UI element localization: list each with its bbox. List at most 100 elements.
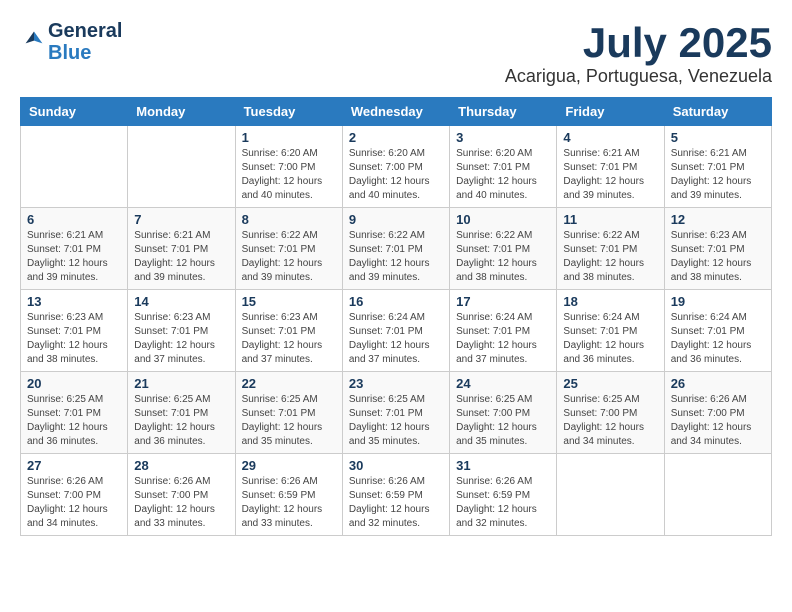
calendar-cell: 17 Sunrise: 6:24 AM Sunset: 7:01 PM Dayli… (450, 290, 557, 372)
day-info: Sunrise: 6:23 AM Sunset: 7:01 PM Dayligh… (671, 229, 765, 285)
calendar-cell: 10 Sunrise: 6:22 AM Sunset: 7:01 PM Dayli… (450, 208, 557, 290)
day-number: 31 (456, 458, 550, 473)
calendar-cell: 27 Sunrise: 6:26 AM Sunset: 7:00 PM Dayli… (21, 454, 128, 536)
day-number: 3 (456, 130, 550, 145)
day-number: 4 (563, 130, 657, 145)
weekday-header-saturday: Saturday (664, 98, 771, 126)
day-info: Sunrise: 6:20 AM Sunset: 7:00 PM Dayligh… (349, 147, 443, 203)
day-info: Sunrise: 6:26 AM Sunset: 6:59 PM Dayligh… (242, 475, 336, 531)
day-number: 18 (563, 294, 657, 309)
day-info: Sunrise: 6:26 AM Sunset: 6:59 PM Dayligh… (456, 475, 550, 531)
day-number: 2 (349, 130, 443, 145)
weekday-header-wednesday: Wednesday (342, 98, 449, 126)
day-info: Sunrise: 6:24 AM Sunset: 7:01 PM Dayligh… (563, 311, 657, 367)
calendar-cell: 13Sunrise: 6:23 AM Sunset: 7:01 PM Dayli… (21, 290, 128, 372)
page-header: General Blue July 2025 Acarigua, Portugu… (20, 20, 772, 87)
calendar-cell (21, 126, 128, 208)
calendar-cell: 23 Sunrise: 6:25 AM Sunset: 7:01 PM Dayli… (342, 372, 449, 454)
day-number: 15 (242, 294, 336, 309)
calendar-cell: 31 Sunrise: 6:26 AM Sunset: 6:59 PM Dayli… (450, 454, 557, 536)
calendar-week-row: 6 Sunrise: 6:21 AM Sunset: 7:01 PM Daylig… (21, 208, 772, 290)
day-info: Sunrise: 6:21 AM Sunset: 7:01 PM Dayligh… (27, 229, 121, 285)
day-number: 16 (349, 294, 443, 309)
day-number: 23 (349, 376, 443, 391)
weekday-header-sunday: Sunday (21, 98, 128, 126)
calendar-cell: 21Sunrise: 6:25 AM Sunset: 7:01 PM Dayli… (128, 372, 235, 454)
calendar-cell: 12Sunrise: 6:23 AM Sunset: 7:01 PM Dayli… (664, 208, 771, 290)
day-info: Sunrise: 6:22 AM Sunset: 7:01 PM Dayligh… (242, 229, 336, 285)
calendar-cell: 24 Sunrise: 6:25 AM Sunset: 7:00 PM Dayli… (450, 372, 557, 454)
day-number: 1 (242, 130, 336, 145)
day-info: Sunrise: 6:20 AM Sunset: 7:01 PM Dayligh… (456, 147, 550, 203)
day-info: Sunrise: 6:21 AM Sunset: 7:01 PM Dayligh… (134, 229, 228, 285)
day-info: Sunrise: 6:20 AM Sunset: 7:00 PM Dayligh… (242, 147, 336, 203)
day-number: 20 (27, 376, 121, 391)
logo-general-text: General (48, 20, 122, 42)
weekday-header-friday: Friday (557, 98, 664, 126)
day-number: 24 (456, 376, 550, 391)
calendar-cell: 11 Sunrise: 6:22 AM Sunset: 7:01 PM Dayli… (557, 208, 664, 290)
location-title: Acarigua, Portuguesa, Venezuela (505, 66, 772, 87)
day-info: Sunrise: 6:26 AM Sunset: 7:00 PM Dayligh… (134, 475, 228, 531)
calendar-cell (128, 126, 235, 208)
day-info: Sunrise: 6:25 AM Sunset: 7:01 PM Dayligh… (134, 393, 228, 449)
calendar-cell: 16 Sunrise: 6:24 AM Sunset: 7:01 PM Dayli… (342, 290, 449, 372)
calendar-cell: 6 Sunrise: 6:21 AM Sunset: 7:01 PM Daylig… (21, 208, 128, 290)
day-info: Sunrise: 6:23 AM Sunset: 7:01 PM Dayligh… (242, 311, 336, 367)
day-number: 22 (242, 376, 336, 391)
calendar-cell: 9Sunrise: 6:22 AM Sunset: 7:01 PM Daylig… (342, 208, 449, 290)
day-number: 10 (456, 212, 550, 227)
calendar-week-row: 20 Sunrise: 6:25 AM Sunset: 7:01 PM Dayli… (21, 372, 772, 454)
day-info: Sunrise: 6:23 AM Sunset: 7:01 PM Dayligh… (27, 311, 121, 367)
day-number: 25 (563, 376, 657, 391)
day-number: 28 (134, 458, 228, 473)
calendar-cell: 7 Sunrise: 6:21 AM Sunset: 7:01 PM Daylig… (128, 208, 235, 290)
calendar-cell: 14 Sunrise: 6:23 AM Sunset: 7:01 PM Dayli… (128, 290, 235, 372)
calendar-cell: 2 Sunrise: 6:20 AM Sunset: 7:00 PM Daylig… (342, 126, 449, 208)
day-number: 27 (27, 458, 121, 473)
day-number: 17 (456, 294, 550, 309)
day-number: 8 (242, 212, 336, 227)
weekday-header-thursday: Thursday (450, 98, 557, 126)
calendar-cell: 5 Sunrise: 6:21 AM Sunset: 7:01 PM Daylig… (664, 126, 771, 208)
day-number: 6 (27, 212, 121, 227)
day-info: Sunrise: 6:23 AM Sunset: 7:01 PM Dayligh… (134, 311, 228, 367)
day-info: Sunrise: 6:24 AM Sunset: 7:01 PM Dayligh… (671, 311, 765, 367)
day-info: Sunrise: 6:22 AM Sunset: 7:01 PM Dayligh… (456, 229, 550, 285)
day-number: 14 (134, 294, 228, 309)
calendar-cell: 8 Sunrise: 6:22 AM Sunset: 7:01 PM Daylig… (235, 208, 342, 290)
calendar-cell: 18 Sunrise: 6:24 AM Sunset: 7:01 PM Dayli… (557, 290, 664, 372)
day-info: Sunrise: 6:21 AM Sunset: 7:01 PM Dayligh… (671, 147, 765, 203)
day-info: Sunrise: 6:24 AM Sunset: 7:01 PM Dayligh… (456, 311, 550, 367)
calendar-table: SundayMondayTuesdayWednesdayThursdayFrid… (20, 97, 772, 536)
title-section: July 2025 Acarigua, Portuguesa, Venezuel… (505, 20, 772, 87)
day-info: Sunrise: 6:25 AM Sunset: 7:00 PM Dayligh… (563, 393, 657, 449)
day-info: Sunrise: 6:25 AM Sunset: 7:01 PM Dayligh… (242, 393, 336, 449)
day-number: 26 (671, 376, 765, 391)
logo: General Blue (20, 20, 122, 64)
calendar-week-row: 1 Sunrise: 6:20 AM Sunset: 7:00 PM Daylig… (21, 126, 772, 208)
day-number: 30 (349, 458, 443, 473)
day-info: Sunrise: 6:22 AM Sunset: 7:01 PM Dayligh… (563, 229, 657, 285)
calendar-cell: 22 Sunrise: 6:25 AM Sunset: 7:01 PM Dayli… (235, 372, 342, 454)
day-info: Sunrise: 6:24 AM Sunset: 7:01 PM Dayligh… (349, 311, 443, 367)
day-info: Sunrise: 6:25 AM Sunset: 7:01 PM Dayligh… (349, 393, 443, 449)
day-info: Sunrise: 6:25 AM Sunset: 7:00 PM Dayligh… (456, 393, 550, 449)
day-info: Sunrise: 6:26 AM Sunset: 7:00 PM Dayligh… (27, 475, 121, 531)
logo-blue-text: Blue (48, 42, 122, 64)
day-number: 19 (671, 294, 765, 309)
day-number: 7 (134, 212, 228, 227)
day-number: 9 (349, 212, 443, 227)
calendar-cell: 15 Sunrise: 6:23 AM Sunset: 7:01 PM Dayli… (235, 290, 342, 372)
calendar-week-row: 13Sunrise: 6:23 AM Sunset: 7:01 PM Dayli… (21, 290, 772, 372)
day-number: 5 (671, 130, 765, 145)
day-info: Sunrise: 6:25 AM Sunset: 7:01 PM Dayligh… (27, 393, 121, 449)
day-info: Sunrise: 6:26 AM Sunset: 7:00 PM Dayligh… (671, 393, 765, 449)
weekday-header-tuesday: Tuesday (235, 98, 342, 126)
day-number: 11 (563, 212, 657, 227)
day-info: Sunrise: 6:26 AM Sunset: 6:59 PM Dayligh… (349, 475, 443, 531)
month-title: July 2025 (505, 20, 772, 66)
calendar-cell: 1 Sunrise: 6:20 AM Sunset: 7:00 PM Daylig… (235, 126, 342, 208)
calendar-cell: 28 Sunrise: 6:26 AM Sunset: 7:00 PM Dayli… (128, 454, 235, 536)
logo-bird-icon (20, 28, 48, 56)
